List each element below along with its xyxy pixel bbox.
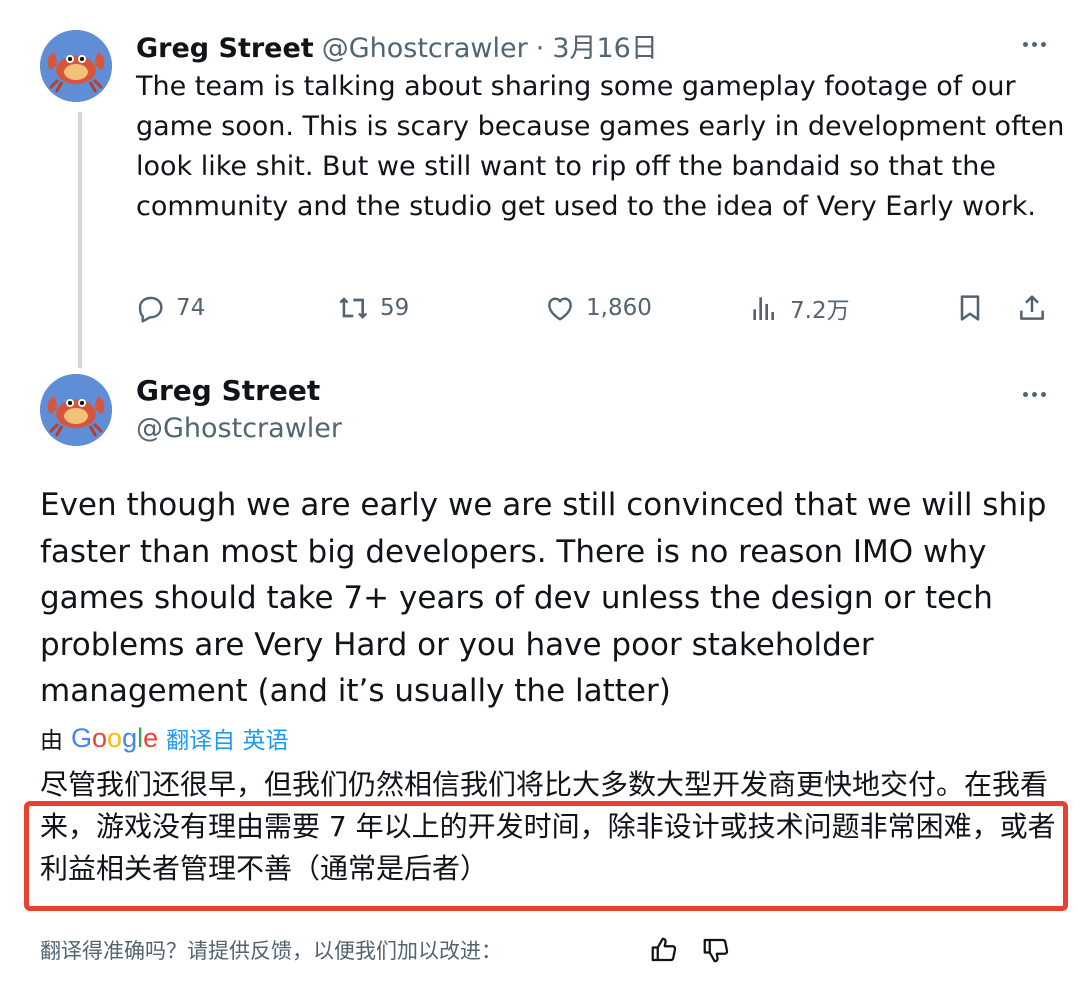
thumbs-down-icon <box>703 938 729 963</box>
highlight-box <box>24 801 1068 911</box>
reply-count: 74 <box>176 295 206 321</box>
avatar[interactable] <box>40 374 112 446</box>
views-icon <box>753 297 774 320</box>
tweet1-header: Greg Street @Ghostcrawler · 3月16日 <box>136 26 658 64</box>
like-icon <box>548 297 572 321</box>
thumbs-up-icon <box>651 937 677 962</box>
separator-dot: · <box>535 33 545 64</box>
more-icon[interactable] <box>1014 34 1054 54</box>
crab-avatar-icon <box>40 374 112 446</box>
share-icon <box>1020 295 1044 320</box>
thumbs-up-button[interactable] <box>646 930 682 970</box>
reply-button[interactable]: 74 <box>134 286 205 330</box>
author-handle[interactable]: @Ghostcrawler <box>322 33 528 64</box>
bookmark-button[interactable] <box>954 286 986 330</box>
translated-from-link[interactable]: 翻译自 英语 <box>166 721 288 755</box>
like-count: 1,860 <box>586 295 652 321</box>
translation-feedback-prompt: 翻译得准确吗？请提供反馈，以便我们加以改进： <box>40 939 502 963</box>
repost-button[interactable]: 59 <box>338 286 409 330</box>
tweet2-text: Even though we are early we are still co… <box>40 487 1047 709</box>
thread-connector <box>78 112 82 368</box>
thumbs-down-button[interactable] <box>698 930 734 970</box>
translation-attribution: 由 Google 翻译自 英语 <box>40 720 288 756</box>
author-handle[interactable]: @Ghostcrawler <box>136 413 342 444</box>
bookmark-icon <box>960 295 980 321</box>
more-icon[interactable] <box>1014 384 1054 404</box>
author-name[interactable]: Greg Street <box>136 374 320 407</box>
tweet1-text: The team is talking about sharing some g… <box>136 71 1065 222</box>
tweet-date[interactable]: 3月16日 <box>552 26 658 65</box>
crab-avatar-icon <box>40 30 112 102</box>
google-logo: Google <box>71 722 159 753</box>
share-button[interactable] <box>1016 286 1048 330</box>
views-count: 7.2万 <box>790 298 850 324</box>
by-prefix: 由 <box>40 728 63 754</box>
like-button[interactable]: 1,860 <box>544 286 652 330</box>
repost-count: 59 <box>380 295 410 321</box>
avatar[interactable] <box>40 30 112 102</box>
views-button[interactable]: 7.2万 <box>748 286 850 330</box>
repost-icon <box>339 297 368 319</box>
tweet1-action-bar: 74 59 1,860 7.2万 <box>132 286 1058 330</box>
author-name[interactable]: Greg Street <box>136 33 314 64</box>
reply-icon <box>138 296 163 323</box>
